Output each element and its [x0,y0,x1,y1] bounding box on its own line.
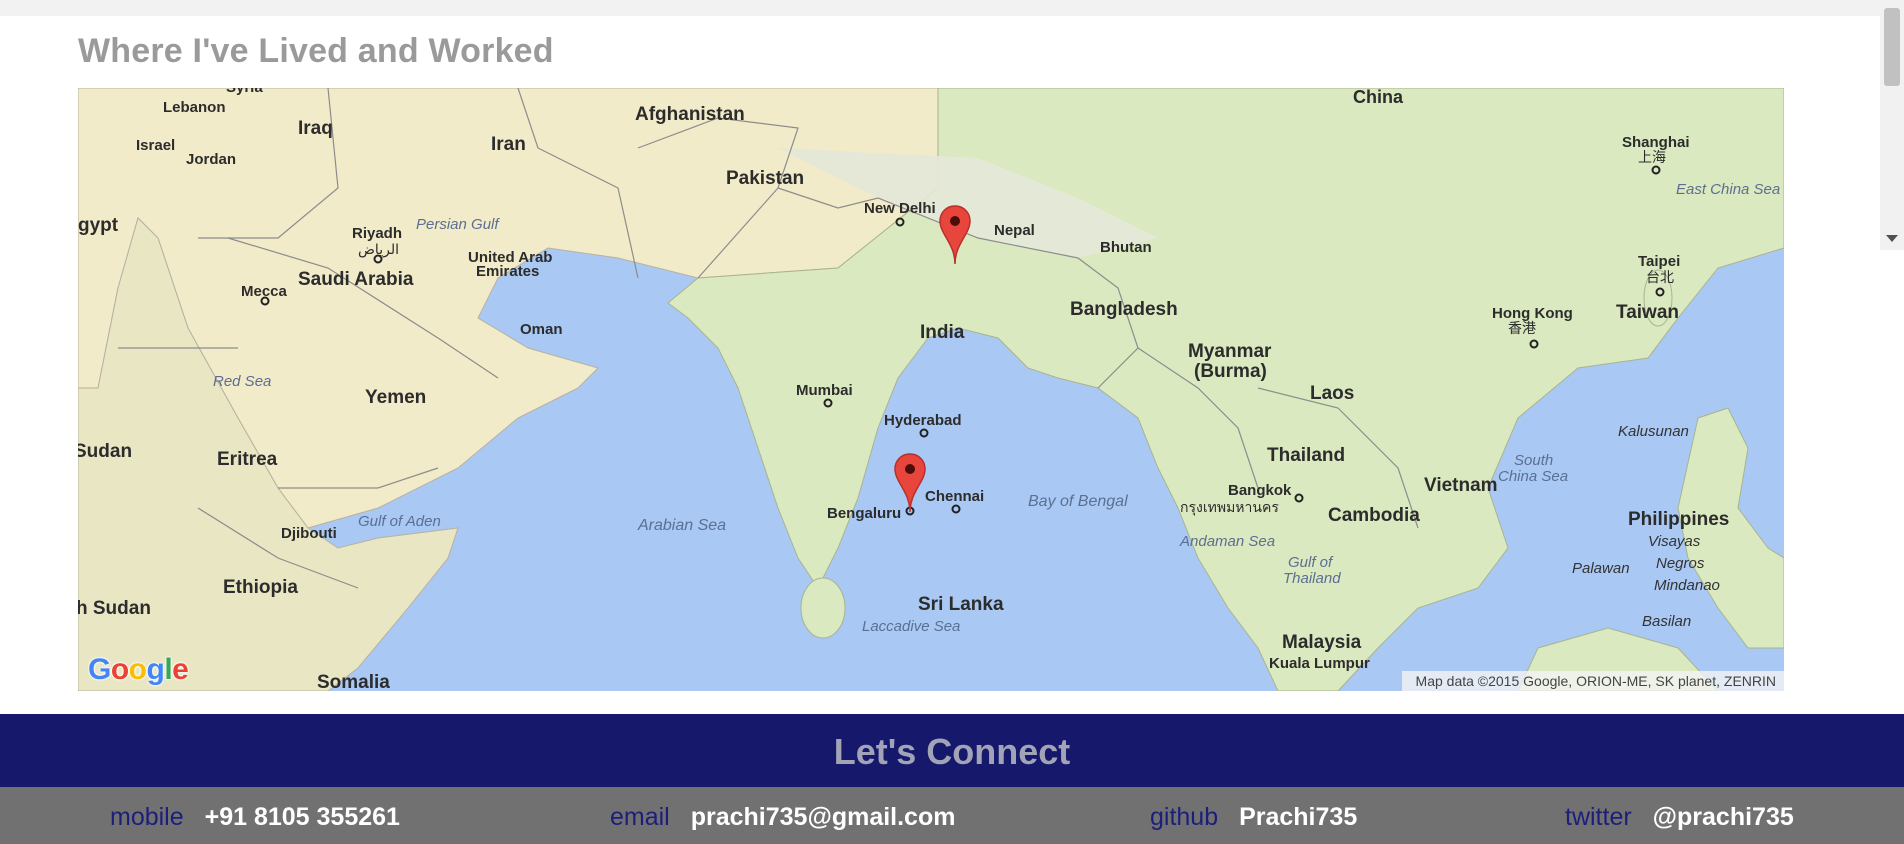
label-mumbai: Mumbai [796,382,853,399]
label-red-sea: Red Sea [213,373,271,390]
label-hyderabad: Hyderabad [884,412,962,429]
label-laccadive: Laccadive Sea [862,618,960,635]
label-sudan: Sudan [78,441,132,462]
label-china: China [1353,88,1404,107]
contact-mobile-label: mobile [110,803,184,831]
label-bengaluru: Bengaluru [827,505,901,522]
label-gulf-thai1: Gulf of [1288,554,1334,571]
label-taipei: Taipei [1638,253,1680,270]
label-kuala: Kuala Lumpur [1269,655,1370,672]
contact-bar: mobile +91 8105 355261 email prachi735@g… [0,787,1904,844]
scrollbar-thumb[interactable] [1884,8,1900,86]
label-negros: Negros [1656,555,1705,572]
label-somalia: Somalia [317,672,390,691]
scroll-down-arrow-icon[interactable] [1886,235,1898,242]
label-visayas: Visayas [1648,533,1701,550]
label-iran: Iran [491,134,526,155]
label-bangkok-th: กรุงเทพมหานคร [1180,499,1279,516]
label-new-delhi: New Delhi [864,200,936,217]
label-taiwan: Taiwan [1616,302,1679,323]
contact-github-label: github [1150,803,1219,831]
contact-twitter[interactable]: twitter @prachi735 [1565,803,1794,832]
label-taipei-zh: 台北 [1646,269,1674,285]
label-bhutan: Bhutan [1100,239,1152,256]
contact-mobile-value[interactable]: +91 8105 355261 [205,803,400,831]
connect-title: Let's Connect [833,731,1071,772]
scrollbar[interactable] [1880,0,1904,250]
label-east-china: East China Sea [1676,181,1780,198]
label-gulf-aden: Gulf of Aden [358,513,441,530]
label-andaman: Andaman Sea [1179,533,1275,550]
map-land-sri-lanka [800,577,846,639]
label-shanghai-zh: 上海 [1638,149,1666,165]
label-south-china2: China Sea [1498,468,1568,485]
map-marker-delhi[interactable] [938,204,972,266]
label-chennai: Chennai [925,488,984,505]
label-gulf-thai2: Thailand [1283,570,1341,587]
label-riyadh: Riyadh [352,225,402,242]
label-mindanao: Mindanao [1654,577,1720,594]
label-bangladesh: Bangladesh [1070,299,1178,320]
label-bay-bengal: Bay of Bengal [1028,493,1128,510]
label-hongkong-zh: 香港 [1508,320,1536,336]
contact-github-value[interactable]: Prachi735 [1239,803,1357,831]
label-djibouti: Djibouti [281,525,337,542]
label-ethiopia: Ethiopia [223,577,298,598]
map-marker-bengaluru[interactable] [893,452,927,514]
label-palawan: Palawan [1572,560,1630,577]
label-s-sudan: h Sudan [78,598,151,619]
label-malaysia: Malaysia [1282,632,1362,653]
label-israel: Israel [136,137,175,154]
map-canvas[interactable]: China Afghanistan Pakistan Iran Iraq Syr… [78,88,1784,691]
label-myanmar2: (Burma) [1194,361,1267,382]
label-uae2: Emirates [476,263,539,280]
google-logo[interactable]: Google [88,653,189,687]
map-attribution[interactable]: Map data ©2015 Google, ORION-ME, SK plan… [1401,671,1784,691]
connect-bar: Let's Connect [0,714,1904,787]
contact-email[interactable]: email prachi735@gmail.com [610,803,955,832]
label-egypt: gypt [78,215,119,236]
label-sri-lanka: Sri Lanka [918,594,1004,615]
section-title: Where I've Lived and Worked [78,32,554,70]
label-laos: Laos [1310,383,1354,404]
label-persian-gulf: Persian Gulf [416,216,500,233]
map[interactable]: China Afghanistan Pakistan Iran Iraq Syr… [78,88,1784,691]
label-nepal: Nepal [994,222,1035,239]
label-south-china1: South [1514,452,1553,469]
label-philippines: Philippines [1628,509,1729,530]
top-strip [0,0,1880,16]
contact-email-label: email [610,803,670,831]
label-oman: Oman [520,321,563,338]
label-iraq: Iraq [298,118,333,139]
label-afghanistan: Afghanistan [635,104,745,125]
label-lebanon: Lebanon [163,99,226,116]
contact-twitter-label: twitter [1565,803,1632,831]
label-saudi: Saudi Arabia [298,269,414,290]
label-myanmar1: Myanmar [1188,341,1272,362]
label-pakistan: Pakistan [726,168,804,189]
label-india: India [920,322,965,343]
label-arabian-sea: Arabian Sea [637,517,726,534]
label-syria: Syria [226,88,263,96]
label-cambodia: Cambodia [1328,505,1420,526]
label-thailand: Thailand [1267,445,1345,466]
label-vietnam: Vietnam [1424,475,1498,496]
contact-github[interactable]: github Prachi735 [1150,803,1357,832]
label-kalusunan: Kalusunan [1618,423,1689,440]
label-eritrea: Eritrea [217,449,278,470]
label-jordan: Jordan [186,151,236,168]
label-basilan: Basilan [1642,613,1691,630]
contact-email-value[interactable]: prachi735@gmail.com [691,803,956,831]
contact-mobile[interactable]: mobile +91 8105 355261 [110,803,400,832]
contact-twitter-value[interactable]: @prachi735 [1653,803,1794,831]
label-bangkok: Bangkok [1228,482,1292,499]
label-yemen: Yemen [365,387,426,408]
